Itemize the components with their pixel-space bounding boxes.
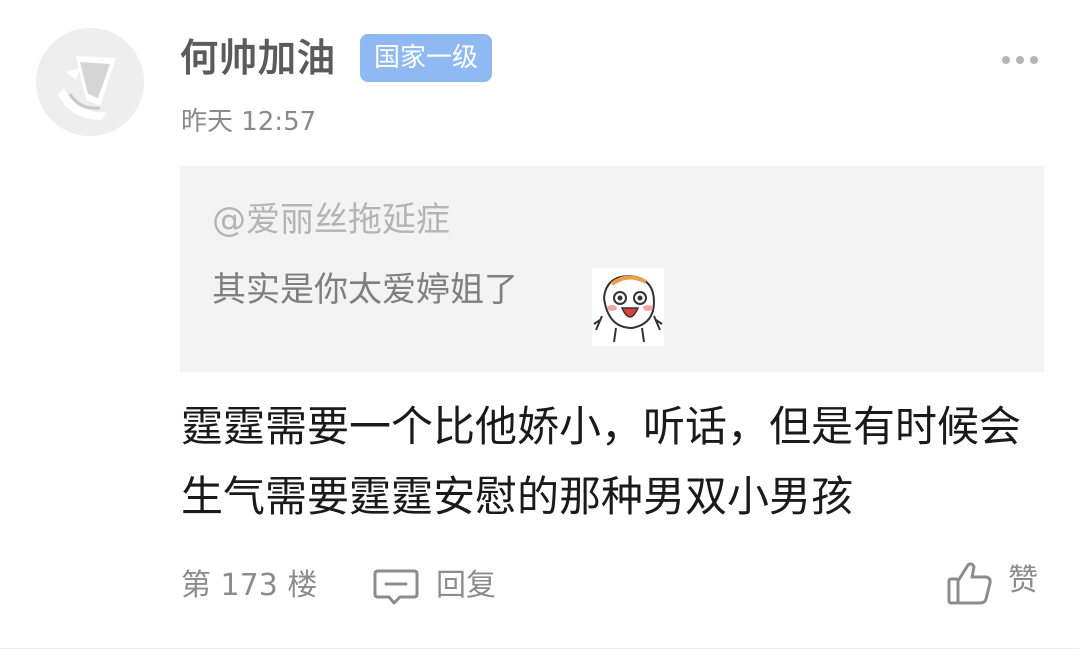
avatar-image <box>36 28 144 136</box>
comment-text: 霆霆需要一个比他娇小，听话，但是有时候会生气需要霆霆安慰的那种男双小男孩 <box>181 402 1022 521</box>
reply-label: 回复 <box>436 568 496 603</box>
laughing-emoji-sticker-icon <box>592 268 664 346</box>
floor-number: 第 173 楼 <box>181 568 318 603</box>
username[interactable]: 何帅加油 <box>180 30 336 86</box>
timestamp: 昨天 12:57 <box>181 107 317 137</box>
thumbs-up-icon <box>947 562 992 605</box>
quoted-comment[interactable]: @爱丽丝拖延症 其实是你太爱婷姐了 <box>180 166 1044 372</box>
like-button[interactable]: 赞 <box>946 553 1046 609</box>
quote-text: 其实是你太爱婷姐了 <box>212 270 518 310</box>
more-dots-icon[interactable] <box>1002 56 1038 66</box>
divider <box>0 648 1079 649</box>
like-label: 赞 <box>1008 563 1038 598</box>
user-avatar[interactable] <box>36 28 144 136</box>
comment-bubble-icon <box>373 569 419 605</box>
level-badge: 国家一级 <box>360 34 493 82</box>
quote-author[interactable]: @爱丽丝拖延症 <box>212 196 450 244</box>
